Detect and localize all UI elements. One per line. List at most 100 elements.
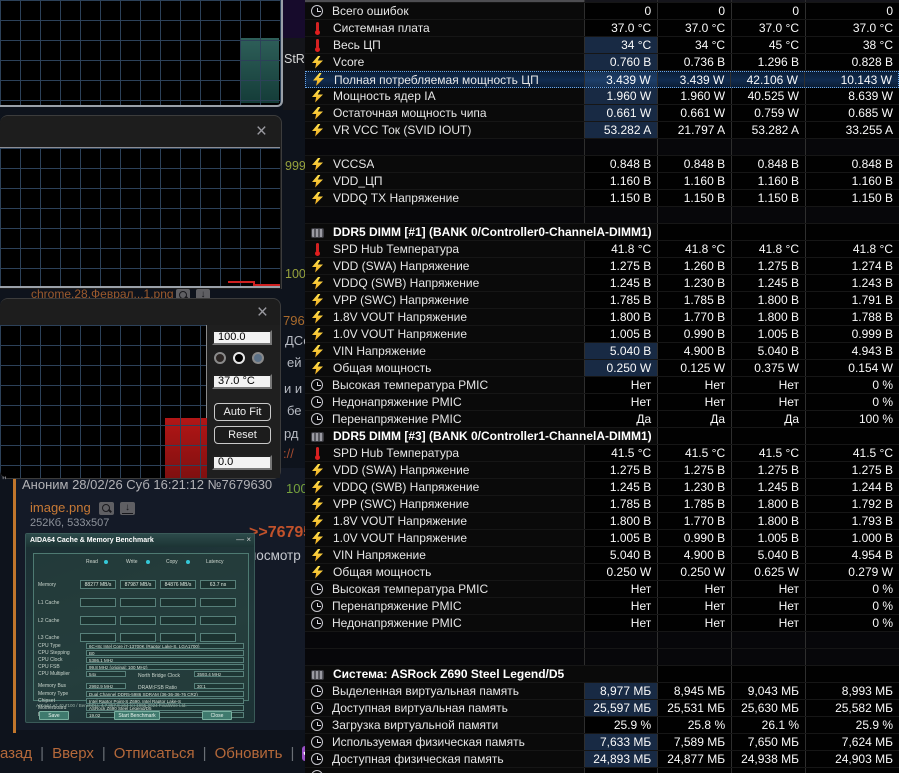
voltage-power-icon [311,90,324,103]
sensor-section-header[interactable]: DDR5 DIMM [#1] (BANK 0/Controller0-Chann… [305,224,899,241]
auto-fit-button[interactable]: Auto Fit [214,403,271,421]
sensor-row[interactable]: Всего ошибок 0 0 0 0 [305,3,899,20]
sensor-row[interactable]: VCCSA 0.848 В 0.848 В 0.848 В 0.848 В [305,156,899,173]
sensor-value: 1.800 В [584,309,658,325]
counter-icon [311,583,323,595]
reset-button[interactable]: Reset [214,426,271,444]
sensor-row[interactable]: Недонапряжение PMIC Нет Нет Нет 0 % [305,394,899,411]
window-titlebar[interactable]: × [0,116,281,147]
sensor-label: VDD_ЦП [333,174,383,188]
current-value-input[interactable] [212,374,272,389]
sensor-value: 0.661 W [657,105,732,121]
sensor-label: Высокая температура PMIC [332,378,489,392]
reply-post-link[interactable]: >>76795 [249,524,312,542]
sensor-row[interactable]: Системная плата 37.0 °C 37.0 °C 37.0 °C 37.0… [305,20,899,37]
sensor-row[interactable]: Мощность ядер IA 1.960 W 1.960 W 40.525 W 8.… [305,88,899,105]
sensor-row[interactable]: VDD (SWA) Напряжение 1.275 В 1.275 В 1.275 … [305,462,899,479]
sensor-value [584,768,658,773]
sensor-row[interactable]: VDDQ (SWB) Напряжение 1.245 В 1.230 В 1.245… [305,275,899,292]
sensor-row[interactable]: VIN Напряжение 5.040 В 4.900 В 5.040 В 4.943… [305,343,899,360]
sensor-row[interactable]: Доступная физическая память 24,893 МБ 24,8… [305,751,899,768]
sensor-row[interactable]: 1.8V VOUT Напряжение 1.800 В 1.770 В 1.800 … [305,309,899,326]
magnifier-icon[interactable] [99,502,114,515]
sensor-row[interactable]: Общая мощность 0.250 W 0.250 W 0.625 W 0.279… [305,564,899,581]
sensor-value: 1.275 В [731,462,805,478]
sensor-row[interactable]: 1.0V VOUT Напряжение 1.005 В 0.990 В 1.005 … [305,530,899,547]
bg-number-999: 999 [285,159,306,173]
sensor-row[interactable]: Перенапряжение PMIC Да Да Да 100 % [305,411,899,428]
counter-icon [311,5,323,17]
sensor-value: 0.685 W [805,105,899,121]
sensor-value: Да [657,411,732,427]
radio-option-1[interactable] [214,352,226,364]
sensor-value: 0.848 В [657,156,732,172]
sensor-row[interactable]: VDDQ TX Напряжение 1.150 В 1.150 В 1.150 В1… [305,190,899,207]
sensor-value [731,224,805,240]
image-filename-link[interactable]: image.png [30,500,91,515]
close-icon[interactable]: × [257,303,268,322]
radio-option-2[interactable] [233,352,245,364]
counter-icon [311,753,323,765]
sensor-row[interactable]: Весь ЦП 34 °C 34 °C 45 °C 38 °C [305,37,899,54]
sensor-value: 0.848 В [731,156,805,172]
sensor-row[interactable]: Доступная виртуальная память 25,597 МБ 25,… [305,700,899,717]
sensor-row[interactable]: VDD_ЦП 1.160 В 1.160 В 1.160 В 1.160 В [305,173,899,190]
aida64-footer: AIDA64 v7.40.7100 / BenchDLL 4.7.857.8-x… [36,703,187,708]
download-icon[interactable]: ↓ [120,502,135,515]
sensor-row[interactable]: 1.8V VOUT Напряжение 1.800 В 1.770 В 1.800 … [305,513,899,530]
aida-info-row: Memory Type Dual Channel DDR5-5986 SDRAM … [34,691,248,698]
window-titlebar[interactable]: × [0,299,280,325]
sensor-row[interactable]: Остаточная мощность чипа 0.661 W 0.661 W 0.… [305,105,899,122]
sensor-value: 8,993 МБ [805,683,899,699]
sensor-value: 1.005 В [584,530,658,546]
sensor-value: Нет [657,598,732,614]
sensor-table[interactable]: Всего ошибок 0 0 0 0 Системная плата 37.0 °C 37… [305,0,899,773]
sensor-section-header[interactable]: DDR5 DIMM [#3] (BANK 0/Controller1-Chann… [305,428,899,445]
counter-icon [311,685,323,697]
sensor-row[interactable]: Общая мощность 0.250 W 0.125 W 0.375 W 0.154… [305,360,899,377]
radio-option-3[interactable] [252,352,264,364]
nav-unsubscribe-link[interactable]: Отписаться [114,745,195,762]
sensor-row[interactable]: Загрузка виртуальной памяти 25.9 % 25.8 % 2… [305,717,899,734]
scale-max-input[interactable] [212,330,272,345]
counter-icon [311,600,323,612]
voltage-power-icon [311,175,324,188]
sensor-value: 1.005 В [731,530,805,546]
sensor-gap-row [305,207,899,224]
sensor-row[interactable]: VPP (SWC) Напряжение 1.785 В 1.785 В 1.800 … [305,496,899,513]
nav-refresh-link[interactable]: Обновить [215,745,283,762]
sensor-row[interactable]: VPP (SWC) Напряжение 1.785 В 1.785 В 1.800 … [305,292,899,309]
sensor-label: Система: ASRock Z690 Steel Legend/D5 [333,667,565,681]
close-icon[interactable]: × [256,122,267,141]
voltage-power-icon [311,464,324,477]
sensor-row[interactable]: VIN Напряжение 5.040 В 4.900 В 5.040 В 4.954… [305,547,899,564]
sensor-value: 24,938 МБ [731,751,805,767]
sensor-value: 4.943 В [805,343,899,359]
sensor-row[interactable]: SPD Hub Температура 41.8 °C 41.8 °C 41.8 °C… [305,241,899,258]
bg-text-fragment: и и [284,381,303,396]
nav-up-link[interactable]: Вверх [52,745,94,762]
sensor-row[interactable]: Vcore 0.760 В 0.736 В 1.296 В 0.828 В [305,54,899,71]
sensor-row[interactable]: Используемая физическая память 7,633 МБ 7,… [305,734,899,751]
sensor-row[interactable]: Высокая температура PMIC Нет Нет Нет 0 % [305,581,899,598]
sensor-row[interactable]: Недонапряжение PMIC Нет Нет Нет 0 % [305,615,899,632]
sensor-row[interactable]: Выделенная виртуальная память 8,977 МБ 8,9… [305,683,899,700]
sensor-row[interactable]: VDD (SWA) Напряжение 1.275 В 1.260 В 1.275 … [305,258,899,275]
sensor-row[interactable]: Перенапряжение PMIC Нет Нет Нет 0 % [305,598,899,615]
scale-min-input[interactable] [212,455,272,470]
sensor-row[interactable]: SPD Hub Температура 41.5 °C 41.5 °C 41.5 °C… [305,445,899,462]
sensor-section-header[interactable]: Система: ASRock Z690 Steel Legend/D5 [305,666,899,683]
sensor-label: Доступная физическая память [332,752,504,766]
sensor-row[interactable]: Высокая температура PMIC Нет Нет Нет 0 % [305,377,899,394]
aida64-thumbnail[interactable]: AIDA64 Cache & Memory Benchmark — × Read… [25,533,255,723]
sensor-label: Недонапряжение PMIC [332,395,462,409]
sensor-row[interactable]: VDDQ (SWB) Напряжение 1.245 В 1.230 В 1.245… [305,479,899,496]
sensor-row[interactable]: Полная потребляемая мощность ЦП 3.439 W 3.… [305,71,899,88]
nav-back-link[interactable]: азад [0,745,32,762]
sensor-row[interactable]: VR VCC Ток (SVID IOUT) 53.282 A 21.797 A 53… [305,122,899,139]
sensor-value: 45 °C [731,37,805,53]
post-header: Аноним 28/02/26 Суб 16:21:12 №7679630 [22,477,273,492]
sensor-row[interactable]: 1.0V VOUT Напряжение 1.005 В 0.990 В 1.005 … [305,326,899,343]
sensor-row[interactable] [305,768,899,773]
aida-info-label: CPU Type [38,643,61,649]
